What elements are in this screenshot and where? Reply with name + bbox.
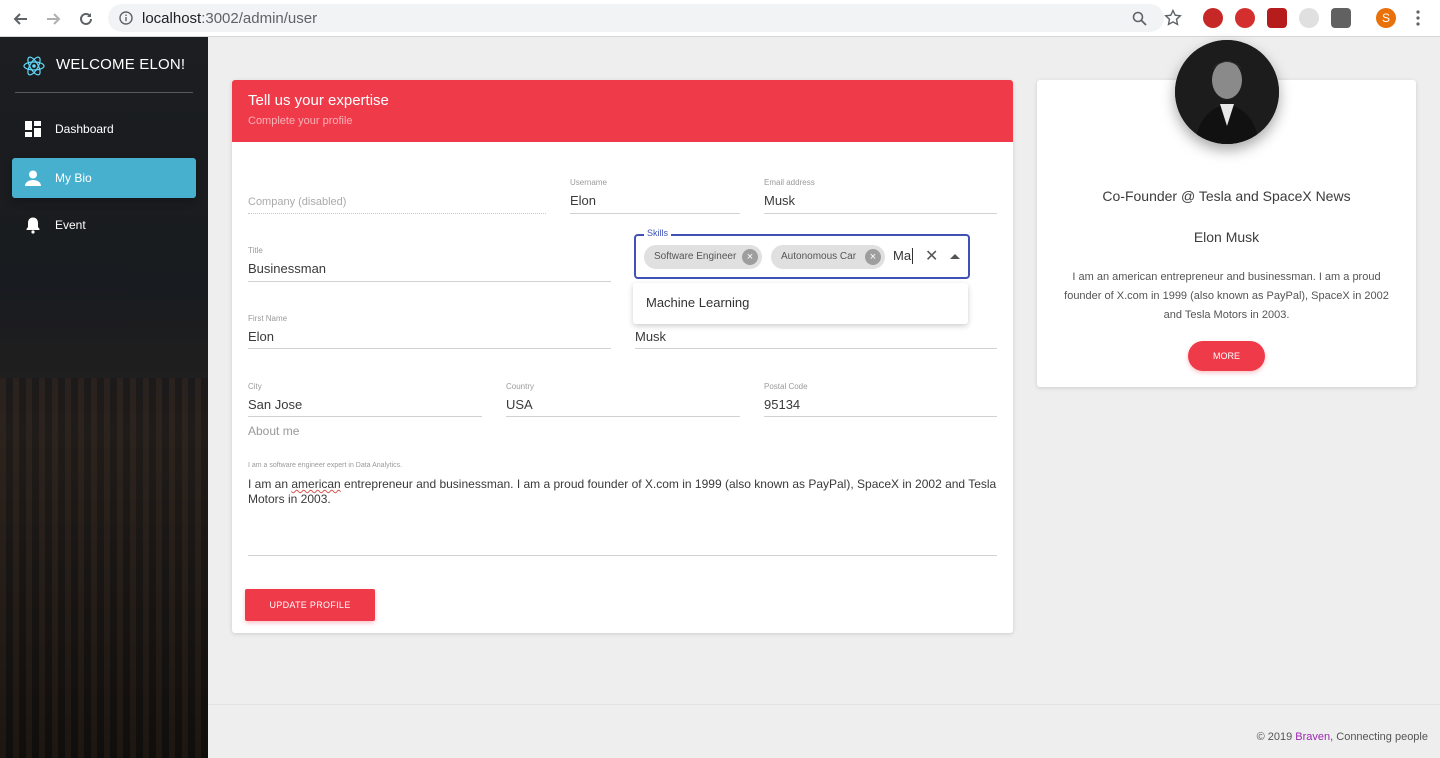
abp-icon[interactable] <box>1203 8 1223 28</box>
sidebar-item-label: My Bio <box>55 171 92 185</box>
card-title: Tell us your expertise <box>248 92 389 109</box>
city-value[interactable]: San Jose <box>248 397 302 412</box>
sidebar-item-event[interactable]: Event <box>12 205 196 245</box>
username-field[interactable]: Username Elon <box>570 178 740 214</box>
company-placeholder: Company (disabled) <box>248 196 347 208</box>
email-field[interactable]: Email address Musk <box>764 178 997 214</box>
about-label: I am a software engineer expert in Data … <box>248 462 403 469</box>
country-value[interactable]: USA <box>506 397 533 412</box>
menu-dots-icon[interactable] <box>1414 9 1422 27</box>
divider <box>15 92 193 93</box>
about-textarea[interactable]: I am an american entrepreneur and busine… <box>248 477 1000 507</box>
profile-description: I am an american entrepreneur and busine… <box>1064 271 1389 321</box>
back-icon[interactable] <box>10 8 32 30</box>
country-field[interactable]: Country USA <box>506 382 740 417</box>
profile-photo <box>1175 40 1279 144</box>
country-label: Country <box>506 382 535 391</box>
address-bar[interactable]: localhost:3002/admin/user <box>108 4 1164 32</box>
postal-code-label: Postal Code <box>764 382 808 391</box>
title-field[interactable]: Title Businessman <box>248 246 611 282</box>
postal-code-field[interactable]: Postal Code 95134 <box>764 382 997 417</box>
card-subtitle: Complete your profile <box>248 115 353 127</box>
url-text: localhost:3002/admin/user <box>142 10 318 27</box>
skill-chip[interactable]: Software Engineer × <box>644 245 762 269</box>
card-header: Tell us your expertise Complete your pro… <box>232 80 1013 142</box>
first-name-field[interactable]: First Name Elon <box>248 314 611 349</box>
skills-dropdown: Machine Learning <box>633 283 968 324</box>
skill-chip-label: Autonomous Car <box>781 251 857 262</box>
city-label: City <box>248 382 262 391</box>
email-label: Email address <box>764 178 815 187</box>
skill-chip[interactable]: Autonomous Car × <box>771 245 885 269</box>
browser-toolbar: localhost:3002/admin/user S <box>0 0 1440 37</box>
about-heading: About me <box>248 424 300 438</box>
eab-icon[interactable] <box>1235 8 1255 28</box>
reload-icon[interactable] <box>75 8 97 30</box>
puzzle-icon[interactable] <box>1267 8 1287 28</box>
profile-avatar[interactable]: S <box>1376 8 1396 28</box>
sidebar-item-label: Event <box>55 218 86 232</box>
cookie-icon[interactable] <box>1299 8 1319 28</box>
skills-option[interactable]: Machine Learning <box>646 295 749 310</box>
bell-icon <box>26 217 40 234</box>
postal-code-value[interactable]: 95134 <box>764 397 800 412</box>
email-value[interactable]: Musk <box>764 193 795 208</box>
text-caret <box>912 248 913 264</box>
chip-remove-icon[interactable]: × <box>865 249 881 265</box>
avatar <box>1175 40 1279 144</box>
clear-icon[interactable]: ✕ <box>925 246 938 266</box>
profile-subtitle: Co-Founder @ Tesla and SpaceX News <box>1102 188 1351 204</box>
title-label: Title <box>248 246 263 255</box>
first-name-value[interactable]: Elon <box>248 329 274 344</box>
sidebar-item-label: Dashboard <box>55 122 114 136</box>
forward-icon[interactable] <box>42 8 64 30</box>
chip-remove-icon[interactable]: × <box>742 249 758 265</box>
brand[interactable]: WELCOME ELON! <box>0 37 208 93</box>
city-field[interactable]: City San Jose <box>248 382 482 417</box>
footer-divider <box>208 704 1440 705</box>
profile-name: Elon Musk <box>1193 229 1260 245</box>
chevron-up-icon[interactable] <box>950 254 960 259</box>
sidebar: WELCOME ELON! Dashboard My Bio Event <box>0 37 208 758</box>
zoom-icon[interactable] <box>1132 11 1147 26</box>
title-value[interactable]: Businessman <box>248 261 326 276</box>
first-name-label: First Name <box>248 314 288 323</box>
footer-link[interactable]: Braven <box>1295 731 1330 743</box>
person-icon <box>25 170 41 186</box>
dashboard-icon <box>25 121 41 137</box>
chart-icon[interactable] <box>1331 8 1351 28</box>
skills-label: Skills <box>644 228 672 238</box>
more-button[interactable]: MORE <box>1188 341 1265 371</box>
skills-input[interactable]: Ma <box>893 248 911 263</box>
edit-profile-card: Tell us your expertise Complete your pro… <box>232 80 1013 633</box>
star-icon[interactable] <box>1164 9 1182 27</box>
username-value[interactable]: Elon <box>570 193 596 208</box>
last-name-value[interactable]: Musk <box>635 329 666 344</box>
username-label: Username <box>570 178 607 187</box>
brand-title: WELCOME ELON! <box>56 56 186 73</box>
sidebar-item-dashboard[interactable]: Dashboard <box>12 109 196 149</box>
company-field: Company (disabled) <box>248 180 546 214</box>
skills-autocomplete[interactable]: Skills Software Engineer × Autonomous Ca… <box>634 228 970 279</box>
update-profile-button[interactable]: UPDATE PROFILE <box>245 589 375 621</box>
info-icon[interactable] <box>119 11 133 25</box>
footer: © 2019 Braven, Connecting people <box>1256 731 1428 743</box>
react-logo-icon <box>23 56 45 76</box>
sidebar-item-my-bio[interactable]: My Bio <box>12 158 196 198</box>
skill-chip-label: Software Engineer <box>654 251 737 262</box>
